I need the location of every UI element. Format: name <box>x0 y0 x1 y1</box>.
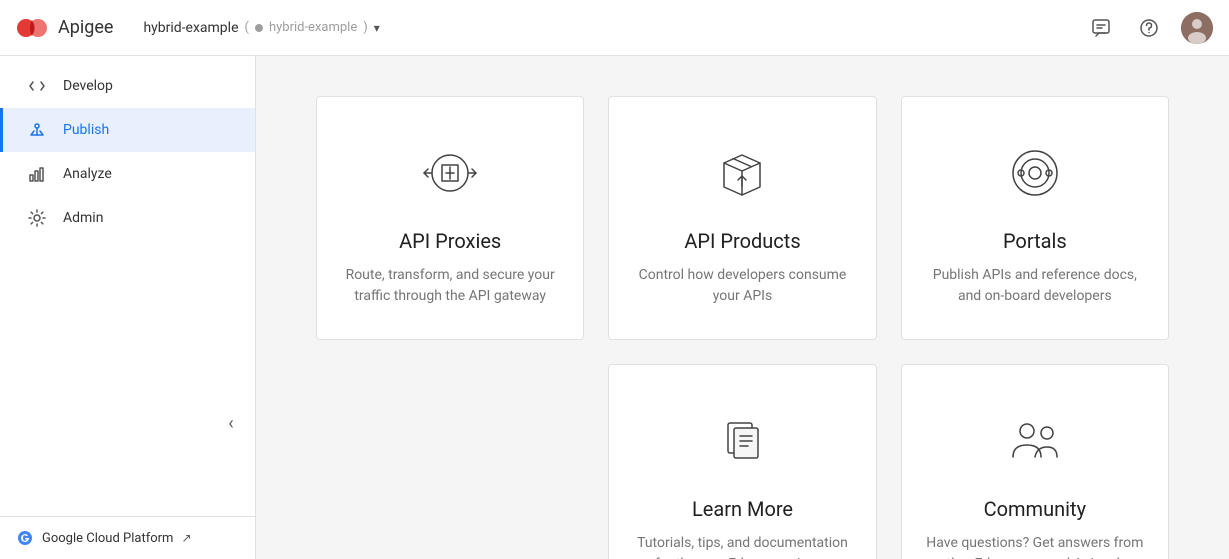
admin-icon <box>27 208 47 228</box>
help-icon <box>1139 18 1159 38</box>
main-layout: Develop Publish <box>0 56 1229 559</box>
learn-more-title: Learn More <box>692 497 793 521</box>
gcp-logo-icon <box>16 529 34 547</box>
sidebar-collapse-button[interactable]: ‹ <box>215 407 247 439</box>
learn-more-icon <box>706 405 778 477</box>
env-dropdown-arrow[interactable]: ▾ <box>374 21 380 35</box>
external-link-icon: ↗ <box>181 531 191 545</box>
notifications-button[interactable] <box>1085 12 1117 44</box>
portals-card[interactable]: Portals Publish APIs and reference docs,… <box>901 96 1169 340</box>
env-dot-icon <box>255 24 263 32</box>
api-products-icon <box>706 137 778 209</box>
apigee-logo-icon <box>16 12 48 44</box>
sidebar-admin-label: Admin <box>63 210 103 226</box>
portals-icon <box>999 137 1071 209</box>
main-content: API Proxies Route, transform, and secure… <box>256 56 1229 559</box>
community-card[interactable]: Community Have questions? Get answers fr… <box>901 364 1169 559</box>
topbar: Apigee hybrid-example ( hybrid-example )… <box>0 0 1229 56</box>
api-proxies-card[interactable]: API Proxies Route, transform, and secure… <box>316 96 584 340</box>
avatar-icon <box>1181 12 1213 44</box>
sidebar-item-publish[interactable]: Publish <box>0 108 255 152</box>
env-sub-text: hybrid-example <box>269 20 357 35</box>
user-avatar[interactable] <box>1181 12 1213 44</box>
sidebar: Develop Publish <box>0 56 256 559</box>
cards-top-row: API Proxies Route, transform, and secure… <box>316 96 1169 340</box>
sidebar-item-analyze[interactable]: Analyze <box>0 152 255 196</box>
api-proxies-icon <box>414 137 486 209</box>
gcp-link[interactable]: Google Cloud Platform ↗ <box>16 529 192 547</box>
community-desc: Have questions? Get answers from other E… <box>926 533 1144 559</box>
cards-bottom-row: Learn More Tutorials, tips, and document… <box>316 364 1169 559</box>
portals-desc: Publish APIs and reference docs, and on-… <box>926 265 1144 307</box>
env-selector[interactable]: hybrid-example ( hybrid-example ) ▾ <box>143 20 379 36</box>
api-proxies-desc: Route, transform, and secure your traffi… <box>341 265 559 307</box>
community-icon <box>999 405 1071 477</box>
sidebar-nav: Develop Publish <box>0 56 255 516</box>
api-products-card[interactable]: API Products Control how developers cons… <box>608 96 876 340</box>
api-products-title: API Products <box>684 229 800 253</box>
env-label: hybrid-example <box>143 20 238 36</box>
help-button[interactable] <box>1133 12 1165 44</box>
sidebar-item-develop[interactable]: Develop <box>0 64 255 108</box>
learn-more-card[interactable]: Learn More Tutorials, tips, and document… <box>608 364 876 559</box>
gcp-label: Google Cloud Platform <box>42 531 173 546</box>
sidebar-develop-label: Develop <box>63 78 113 94</box>
app-logo[interactable]: Apigee <box>16 12 113 44</box>
topbar-actions <box>1085 12 1213 44</box>
env-sub-label: ( <box>245 20 249 35</box>
sidebar-bottom: Google Cloud Platform ↗ <box>0 516 255 559</box>
api-proxies-title: API Proxies <box>399 229 501 253</box>
learn-more-desc: Tutorials, tips, and documentation for t… <box>633 533 851 559</box>
sidebar-publish-label: Publish <box>63 122 109 138</box>
publish-icon <box>27 120 47 140</box>
api-products-desc: Control how developers consume your APIs <box>633 265 851 307</box>
chat-icon <box>1091 18 1111 38</box>
analyze-icon <box>27 164 47 184</box>
sidebar-analyze-label: Analyze <box>63 166 112 182</box>
sidebar-item-admin[interactable]: Admin <box>0 196 255 240</box>
develop-icon <box>27 76 47 96</box>
portals-title: Portals <box>1003 229 1067 253</box>
community-title: Community <box>984 497 1086 521</box>
app-name: Apigee <box>58 17 113 38</box>
